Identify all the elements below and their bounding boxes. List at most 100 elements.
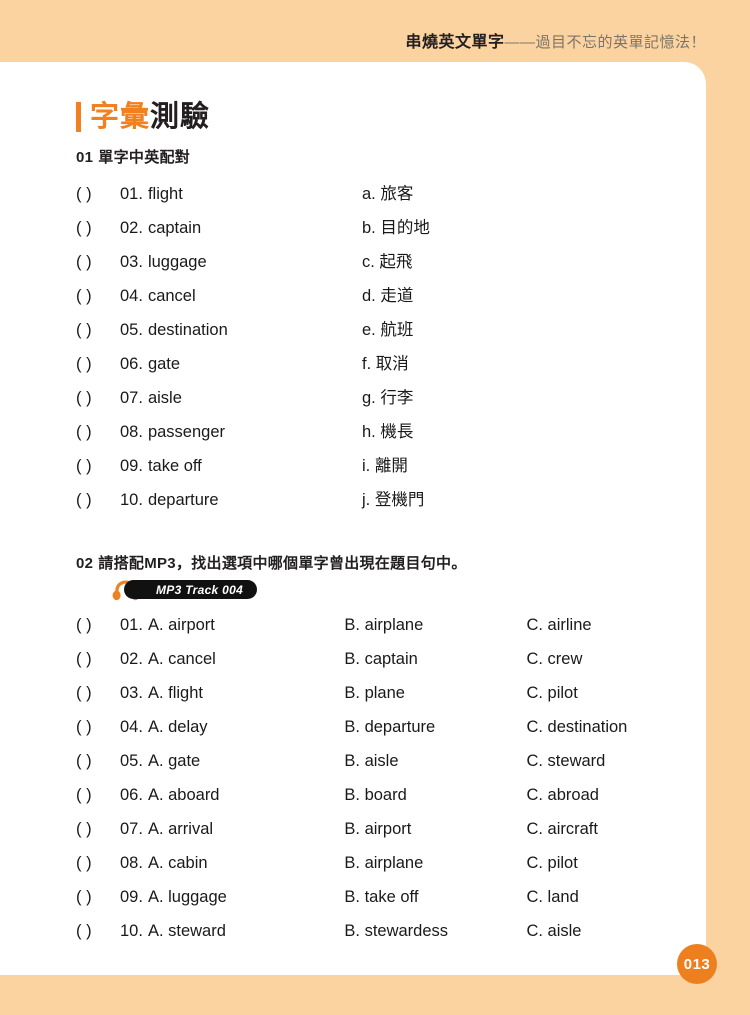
option-c[interactable]: C. abroad xyxy=(526,786,686,805)
option-a[interactable]: A. luggage xyxy=(148,888,227,907)
answer-blank[interactable]: ( ) xyxy=(76,922,120,941)
matching-question: ( ) 03. luggage xyxy=(76,253,362,272)
option-a[interactable]: A. aboard xyxy=(148,786,220,805)
question-number: 08. xyxy=(120,423,143,441)
matching-question: ( ) 09. take off xyxy=(76,457,362,476)
matching-question: ( ) 04. cancel xyxy=(76,287,362,306)
option-c[interactable]: C. land xyxy=(526,888,686,907)
choice-row: ( ) 06. A. aboard B. board C. abroad xyxy=(76,786,686,820)
page-number-badge: 013 xyxy=(677,944,717,984)
question-number: 02. xyxy=(120,650,143,668)
answer-blank[interactable]: ( ) xyxy=(76,287,120,306)
answer-blank[interactable]: ( ) xyxy=(76,820,120,839)
answer-blank[interactable]: ( ) xyxy=(76,457,120,476)
option-c[interactable]: C. crew xyxy=(526,650,686,669)
matching-row: ( ) 09. take off i. 離開 xyxy=(76,452,686,486)
mp3-track-badge[interactable]: MP3 Track 004 xyxy=(112,580,686,602)
question-number: 03. xyxy=(120,684,143,702)
choice-question: ( ) 10. A. steward xyxy=(76,922,344,941)
answer-blank[interactable]: ( ) xyxy=(76,650,120,669)
answer-blank[interactable]: ( ) xyxy=(76,888,120,907)
matching-row: ( ) 10. departure j. 登機門 xyxy=(76,486,686,520)
matching-question: ( ) 01. flight xyxy=(76,185,362,204)
question-word: take off xyxy=(147,457,202,475)
option-a[interactable]: A. airport xyxy=(148,616,215,635)
question-word: passenger xyxy=(147,423,225,441)
option-b[interactable]: B. airplane xyxy=(344,616,526,635)
option-c[interactable]: C. destination xyxy=(526,718,686,737)
option-b[interactable]: B. aisle xyxy=(344,752,526,771)
option-c[interactable]: C. aircraft xyxy=(526,820,686,839)
option-b[interactable]: B. airport xyxy=(344,820,526,839)
matching-choice: a. 旅客 xyxy=(362,185,414,203)
running-header: 串燒英文單字 ——過目不忘的英單記憶法！ xyxy=(405,28,706,52)
section-02-heading: 02 請搭配MP3，找出選項中哪個單字曾出現在題目句中。 xyxy=(76,552,686,573)
answer-blank[interactable]: ( ) xyxy=(76,423,120,442)
option-b[interactable]: B. stewardess xyxy=(344,922,526,941)
choice-row: ( ) 05. A. gate B. aisle C. steward xyxy=(76,752,686,786)
answer-blank[interactable]: ( ) xyxy=(76,491,120,510)
matching-choice: d. 走道 xyxy=(362,287,414,305)
question-number: 10. xyxy=(120,922,143,940)
option-a[interactable]: A. delay xyxy=(148,718,208,737)
option-c[interactable]: C. steward xyxy=(526,752,686,771)
option-a[interactable]: A. steward xyxy=(148,922,226,941)
answer-blank[interactable]: ( ) xyxy=(76,355,120,374)
matching-question: ( ) 05. destination xyxy=(76,321,362,340)
answer-blank[interactable]: ( ) xyxy=(76,854,120,873)
matching-question: ( ) 06. gate xyxy=(76,355,362,374)
matching-row: ( ) 01. flight a. 旅客 xyxy=(76,180,686,214)
question-number: 06. xyxy=(120,786,143,804)
answer-blank[interactable]: ( ) xyxy=(76,389,120,408)
answer-blank[interactable]: ( ) xyxy=(76,185,120,204)
option-b[interactable]: B. take off xyxy=(344,888,526,907)
question-word: captain xyxy=(147,219,202,237)
question-number: 07. xyxy=(120,820,143,838)
option-a[interactable]: A. flight xyxy=(148,684,203,703)
option-a[interactable]: A. gate xyxy=(148,752,200,771)
option-b[interactable]: B. board xyxy=(344,786,526,805)
answer-blank[interactable]: ( ) xyxy=(76,253,120,272)
answer-blank[interactable]: ( ) xyxy=(76,786,120,805)
option-a[interactable]: A. cancel xyxy=(148,650,216,669)
question-word: flight xyxy=(147,185,183,203)
choice-row: ( ) 01. A. airport B. airplane C. airline xyxy=(76,616,686,650)
answer-blank[interactable]: ( ) xyxy=(76,616,120,635)
answer-blank[interactable]: ( ) xyxy=(76,684,120,703)
matching-choice: c. 起飛 xyxy=(362,253,413,271)
option-b[interactable]: B. departure xyxy=(344,718,526,737)
answer-blank[interactable]: ( ) xyxy=(76,752,120,771)
choice-row: ( ) 07. A. arrival B. airport C. aircraft xyxy=(76,820,686,854)
choice-row: ( ) 03. A. flight B. plane C. pilot xyxy=(76,684,686,718)
question-number: 01. xyxy=(120,185,143,203)
option-c[interactable]: C. pilot xyxy=(526,684,686,703)
question-number: 05. xyxy=(120,752,143,770)
option-c[interactable]: C. pilot xyxy=(526,854,686,873)
question-word: destination xyxy=(147,321,228,339)
option-c[interactable]: C. aisle xyxy=(526,922,686,941)
option-a[interactable]: A. arrival xyxy=(148,820,213,839)
question-word: departure xyxy=(147,491,219,509)
section-01-number: 01 xyxy=(76,149,94,166)
running-header-title: 串燒英文單字 xyxy=(405,34,505,51)
answer-blank[interactable]: ( ) xyxy=(76,219,120,238)
matching-choice: f. 取消 xyxy=(362,355,409,373)
answer-blank[interactable]: ( ) xyxy=(76,321,120,340)
option-c[interactable]: C. airline xyxy=(526,616,686,635)
matching-question: ( ) 08. passenger xyxy=(76,423,362,442)
title-accent-bar xyxy=(76,102,81,132)
section-02-title: 請搭配MP3，找出選項中哪個單字曾出現在題目句中。 xyxy=(98,555,467,572)
matching-choice: h. 機長 xyxy=(362,423,414,441)
option-b[interactable]: B. captain xyxy=(344,650,526,669)
choice-question: ( ) 04. A. delay xyxy=(76,718,344,737)
question-number: 04. xyxy=(120,718,143,736)
matching-row: ( ) 07. aisle g. 行李 xyxy=(76,384,686,418)
page-title: 字彙測驗 xyxy=(76,98,686,136)
matching-choice: i. 離開 xyxy=(362,457,408,475)
option-b[interactable]: B. plane xyxy=(344,684,526,703)
page-title-black: 測驗 xyxy=(150,100,211,133)
option-a[interactable]: A. cabin xyxy=(148,854,208,873)
question-number: 02. xyxy=(120,219,143,237)
option-b[interactable]: B. airplane xyxy=(344,854,526,873)
answer-blank[interactable]: ( ) xyxy=(76,718,120,737)
